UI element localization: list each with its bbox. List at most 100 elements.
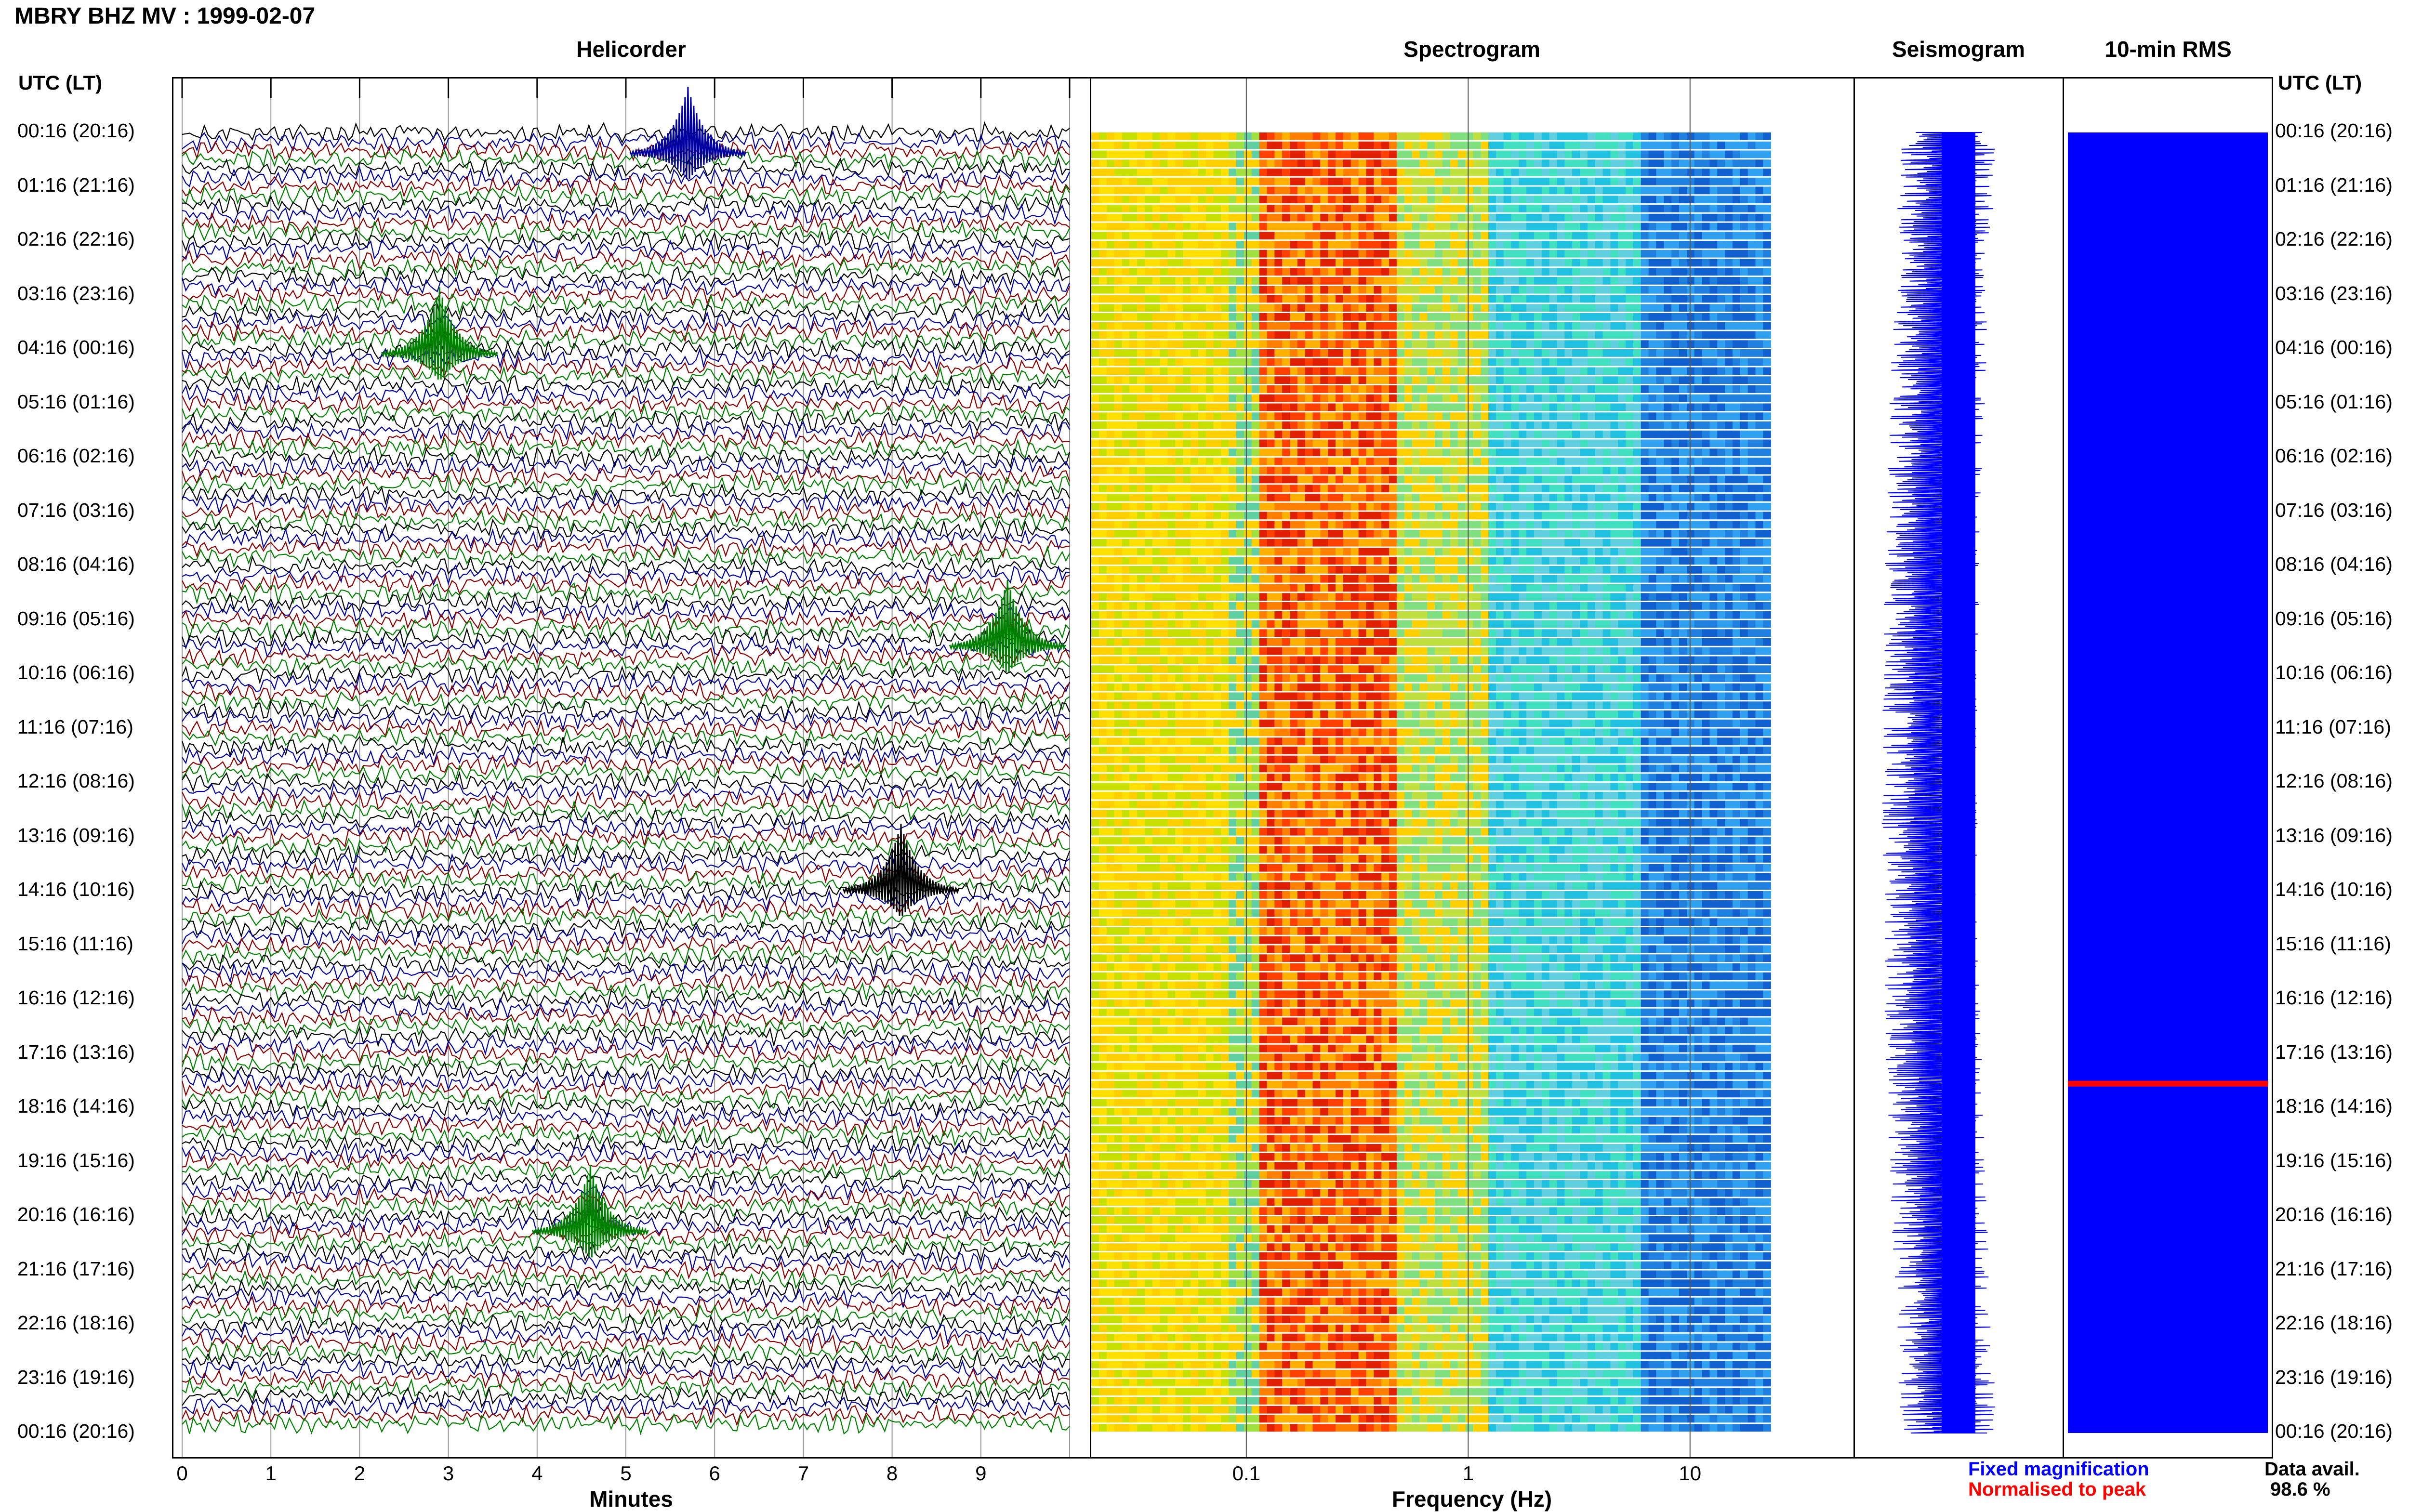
- spectrogram-cell: [1717, 150, 1725, 158]
- spectrogram-cell: [1664, 521, 1672, 529]
- spectrogram-cell: [1465, 322, 1473, 330]
- spectrogram-cell: [1183, 367, 1191, 375]
- spectrogram-cell: [1694, 530, 1703, 538]
- spectrogram-cell: [1404, 186, 1413, 195]
- spectrogram-cell: [1503, 485, 1512, 493]
- spectrogram-cell: [1244, 430, 1252, 438]
- spectrogram-cell: [1656, 466, 1665, 474]
- spectrogram-cell: [1320, 322, 1328, 330]
- spectrogram-cell: [1427, 593, 1435, 601]
- spectrogram-cell: [1587, 448, 1596, 457]
- spectrogram-cell: [1648, 313, 1657, 321]
- spectrogram-cell: [1442, 502, 1451, 511]
- spectrogram-cell: [1167, 403, 1176, 411]
- spectrogram-cell: [1091, 295, 1099, 303]
- spectrogram-cell: [1457, 367, 1466, 375]
- spectrogram-cell: [1686, 213, 1695, 222]
- spectrogram-cell: [1404, 466, 1413, 474]
- spectrogram-cell: [1709, 250, 1718, 258]
- spectrogram-cell: [1175, 593, 1183, 601]
- spectrogram-cell: [1267, 584, 1275, 592]
- spectrogram-cell: [1610, 539, 1618, 547]
- spectrogram-cell: [1259, 205, 1268, 212]
- spectrogram-cell: [1396, 430, 1405, 438]
- spectrogram-cell: [1312, 132, 1321, 140]
- spectrogram-cell: [1541, 485, 1550, 493]
- spectrogram-cell: [1747, 439, 1756, 447]
- spectrogram-cell: [1336, 268, 1344, 276]
- spectrogram-cell: [1450, 394, 1458, 402]
- spectrogram-cell: [1694, 358, 1703, 366]
- spectrogram-cell: [1671, 430, 1680, 438]
- spectrogram-cell: [1389, 602, 1397, 610]
- spectrogram-cell: [1358, 458, 1367, 465]
- spectrogram-cell: [1633, 584, 1641, 592]
- spectrogram-cell: [1519, 223, 1527, 231]
- spectrogram-cell: [1404, 439, 1413, 447]
- spectrogram-cell: [1251, 412, 1260, 421]
- spectrogram-cell: [1374, 512, 1382, 520]
- spectrogram-cell: [1511, 177, 1520, 185]
- spectrogram-cell: [1129, 430, 1138, 438]
- spectrogram-cell: [1664, 268, 1672, 276]
- spectrogram-cell: [1343, 466, 1351, 474]
- spectrogram-cell: [1259, 186, 1268, 195]
- page-title: MBRY BHZ MV : 1999-02-07: [14, 3, 316, 29]
- spectrogram-cell: [1412, 205, 1420, 212]
- spectrogram-cell: [1503, 385, 1512, 393]
- spectrogram-cell: [1328, 304, 1336, 312]
- spectrogram-cell: [1648, 132, 1657, 140]
- spectrogram-cell: [1312, 439, 1321, 447]
- spectrogram-cell: [1213, 213, 1222, 222]
- spectrogram-cell: [1419, 439, 1428, 447]
- spectrogram-cell: [1167, 521, 1176, 529]
- spectrogram-cell: [1221, 196, 1229, 204]
- spectrogram-cell: [1595, 494, 1603, 501]
- spectrogram-cell: [1511, 575, 1520, 583]
- spectrogram-cell: [1442, 223, 1451, 231]
- spectrogram-cell: [1740, 304, 1748, 312]
- spectrogram-cell: [1358, 403, 1367, 411]
- spectrogram-cell: [1419, 150, 1428, 158]
- spectrogram-cell: [1427, 141, 1435, 149]
- spectrogram-cell: [1587, 439, 1596, 447]
- spectrogram-cell: [1763, 259, 1771, 267]
- spectrogram-cell: [1183, 250, 1191, 258]
- spectrogram-cell: [1366, 439, 1374, 447]
- spectrogram-cell: [1290, 566, 1298, 574]
- spectrogram-cell: [1244, 159, 1252, 168]
- spectrogram-cell: [1191, 277, 1199, 285]
- spectrogram-cell: [1481, 593, 1489, 601]
- spectrogram-cell: [1496, 349, 1504, 357]
- spectrogram-cell: [1709, 502, 1718, 511]
- spectrogram-cell: [1725, 322, 1733, 330]
- spectrogram-cell: [1488, 367, 1496, 375]
- spectrogram-cell: [1213, 539, 1222, 547]
- spectrogram-cell: [1244, 575, 1252, 583]
- spectrogram-cell: [1175, 475, 1183, 484]
- spectrogram-cell: [1160, 349, 1168, 357]
- spectrogram-cell: [1740, 376, 1748, 384]
- spectrogram-cell: [1167, 196, 1176, 204]
- spectrogram-cell: [1160, 494, 1168, 501]
- spectrogram-cell: [1274, 548, 1283, 556]
- spectrogram-cell: [1129, 150, 1138, 158]
- spectrogram-cell: [1366, 150, 1374, 158]
- spectrogram-cell: [1496, 150, 1504, 158]
- spectrogram-cell: [1091, 213, 1099, 222]
- spectrogram-cell: [1618, 566, 1626, 574]
- spectrogram-cell: [1282, 466, 1290, 474]
- spectrogram-cell: [1114, 132, 1123, 140]
- spectrogram-cell: [1374, 394, 1382, 402]
- spectrogram-cell: [1404, 259, 1413, 267]
- spectrogram-cell: [1274, 376, 1283, 384]
- spectrogram-cell: [1419, 584, 1428, 592]
- spectrogram-cell: [1122, 421, 1130, 429]
- spectrogram-cell: [1175, 575, 1183, 583]
- spectrogram-cell: [1144, 602, 1153, 610]
- spectrogram-cell: [1626, 403, 1634, 411]
- spectrogram-cell: [1396, 439, 1405, 447]
- spectrogram-cell: [1671, 349, 1680, 357]
- spectrogram-cell: [1457, 557, 1466, 565]
- spectrogram-cell: [1694, 548, 1703, 556]
